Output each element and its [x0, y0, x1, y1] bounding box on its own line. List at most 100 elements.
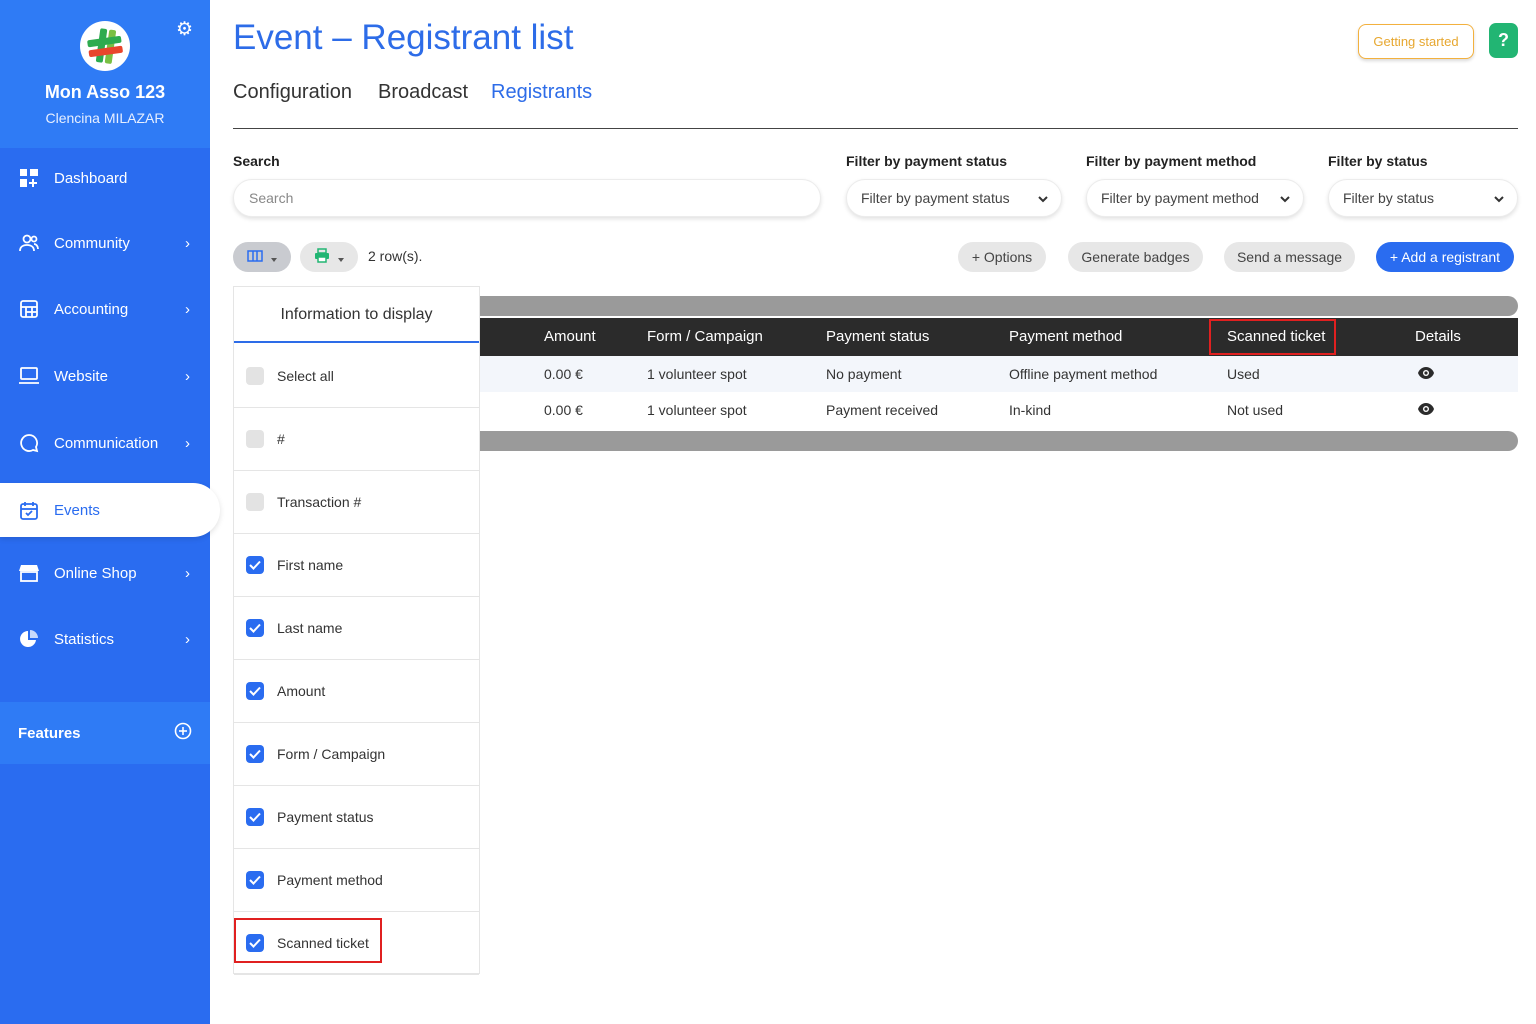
cell-payment-method: In-kind — [1009, 402, 1052, 418]
tab-divider — [233, 128, 1518, 129]
column-option-label: Transaction # — [277, 494, 362, 510]
eye-icon[interactable] — [1417, 402, 1435, 421]
dashboard-icon — [19, 168, 39, 188]
caret-down-icon — [338, 249, 344, 265]
column-header-amount[interactable]: Amount — [544, 318, 596, 356]
checkbox-checked[interactable] — [246, 556, 264, 574]
select-value: Filter by payment method — [1101, 190, 1259, 206]
select-value: Filter by payment status — [861, 190, 1010, 206]
shop-icon — [19, 563, 39, 583]
cell-form-campaign: 1 volunteer spot — [647, 366, 747, 382]
sidebar-item-statistics[interactable]: Statistics › — [0, 612, 210, 666]
row-count: 2 row(s). — [368, 248, 423, 264]
settings-gear-icon[interactable]: ⚙ — [176, 20, 193, 39]
sidebar-item-accounting[interactable]: Accounting › — [0, 282, 210, 336]
features-button[interactable]: Features — [0, 702, 210, 764]
search-label: Search — [233, 153, 280, 169]
generate-badges-button[interactable]: Generate badges — [1068, 242, 1203, 272]
column-option-label: # — [277, 431, 285, 447]
column-header-form-campaign[interactable]: Form / Campaign — [647, 318, 763, 356]
checkbox-checked[interactable] — [246, 871, 264, 889]
table-row: 0.00 € 1 volunteer spot Payment received… — [480, 392, 1518, 428]
chevron-right-icon: › — [185, 434, 190, 452]
features-label: Features — [18, 724, 81, 742]
columns-toggle-button[interactable] — [233, 242, 291, 272]
checkbox-checked[interactable] — [246, 808, 264, 826]
checkbox-unchecked[interactable] — [246, 430, 264, 448]
cell-scanned-ticket: Used — [1227, 366, 1260, 382]
checkbox-checked[interactable] — [246, 934, 264, 952]
column-option-number[interactable]: # — [234, 408, 479, 471]
horizontal-scrollbar-top[interactable] — [480, 296, 1518, 316]
columns-panel: Information to display Select all # Tran… — [233, 286, 480, 975]
column-option-transaction-number[interactable]: Transaction # — [234, 471, 479, 534]
column-option-amount[interactable]: Amount — [234, 660, 479, 723]
chevron-right-icon: › — [185, 367, 190, 385]
columns-icon — [247, 249, 263, 265]
status-filter-label: Filter by status — [1328, 153, 1428, 169]
sidebar-item-label: Accounting — [54, 300, 129, 318]
options-button[interactable]: + Options — [958, 242, 1046, 272]
table-header: Amount Form / Campaign Payment status Pa… — [480, 318, 1518, 356]
events-icon — [19, 500, 39, 520]
checkbox-checked[interactable] — [246, 682, 264, 700]
sidebar-item-label: Community — [54, 234, 130, 252]
chevron-down-icon — [1279, 190, 1291, 206]
sidebar-item-dashboard[interactable]: Dashboard — [0, 151, 210, 205]
org-logo[interactable] — [80, 21, 130, 71]
column-header-payment-method[interactable]: Payment method — [1009, 318, 1122, 356]
column-option-label: First name — [277, 557, 344, 573]
sidebar-header: ⚙ Mon Asso 123 Clencina MILAZAR — [0, 0, 210, 148]
column-option-scanned-ticket[interactable]: Scanned ticket — [234, 912, 479, 975]
checkbox-unchecked[interactable] — [246, 367, 264, 385]
sidebar-item-website[interactable]: Website › — [0, 349, 210, 403]
column-header-payment-status[interactable]: Payment status — [826, 318, 929, 356]
sidebar-item-events[interactable]: Events — [0, 483, 220, 537]
column-option-first-name[interactable]: First name — [234, 534, 479, 597]
column-option-payment-status[interactable]: Payment status — [234, 786, 479, 849]
column-option-label: Last name — [277, 620, 343, 636]
payment-method-select[interactable]: Filter by payment method — [1086, 179, 1304, 217]
print-export-button[interactable] — [300, 242, 358, 272]
getting-started-button[interactable]: Getting started — [1358, 24, 1474, 59]
caret-down-icon — [271, 249, 277, 265]
chevron-down-icon — [1037, 190, 1049, 206]
eye-icon[interactable] — [1417, 366, 1435, 385]
chevron-right-icon: › — [185, 300, 190, 318]
horizontal-scrollbar-bottom[interactable] — [480, 431, 1518, 451]
table-row: 0.00 € 1 volunteer spot No payment Offli… — [480, 356, 1518, 392]
sidebar-item-online-shop[interactable]: Online Shop › — [0, 546, 210, 600]
column-option-select-all[interactable]: Select all — [234, 345, 479, 408]
statistics-icon — [19, 629, 39, 649]
column-option-payment-method[interactable]: Payment method — [234, 849, 479, 912]
cell-amount: 0.00 € — [544, 402, 583, 418]
send-message-button[interactable]: Send a message — [1224, 242, 1355, 272]
sidebar-item-communication[interactable]: Communication › — [0, 416, 210, 470]
column-option-last-name[interactable]: Last name — [234, 597, 479, 660]
search-input[interactable] — [233, 179, 821, 217]
help-button[interactable]: ? — [1489, 23, 1518, 58]
sidebar-item-community[interactable]: Community › — [0, 216, 210, 270]
tab-broadcast[interactable]: Broadcast — [378, 81, 468, 104]
payment-status-filter-label: Filter by payment status — [846, 153, 1008, 169]
sidebar: ⚙ Mon Asso 123 Clencina MILAZAR Dashboar… — [0, 0, 220, 1024]
column-option-label: Payment status — [277, 809, 374, 825]
chevron-right-icon: › — [185, 234, 190, 252]
add-registrant-button[interactable]: + Add a registrant — [1376, 242, 1514, 272]
tab-registrants[interactable]: Registrants — [491, 81, 592, 104]
column-option-label: Scanned ticket — [277, 935, 369, 951]
column-option-form-campaign[interactable]: Form / Campaign — [234, 723, 479, 786]
sidebar-item-label: Communication — [54, 434, 159, 452]
printer-icon — [314, 248, 330, 266]
status-select[interactable]: Filter by status — [1328, 179, 1518, 217]
column-header-scanned-ticket[interactable]: Scanned ticket — [1227, 318, 1325, 356]
checkbox-unchecked[interactable] — [246, 493, 264, 511]
chevron-right-icon: › — [185, 630, 190, 648]
cell-payment-status: Payment received — [826, 402, 939, 418]
logo-hash-icon — [87, 28, 123, 64]
column-option-label: Form / Campaign — [277, 746, 386, 762]
tab-configuration[interactable]: Configuration — [233, 81, 352, 104]
checkbox-checked[interactable] — [246, 745, 264, 763]
payment-status-select[interactable]: Filter by payment status — [846, 179, 1062, 217]
checkbox-checked[interactable] — [246, 619, 264, 637]
